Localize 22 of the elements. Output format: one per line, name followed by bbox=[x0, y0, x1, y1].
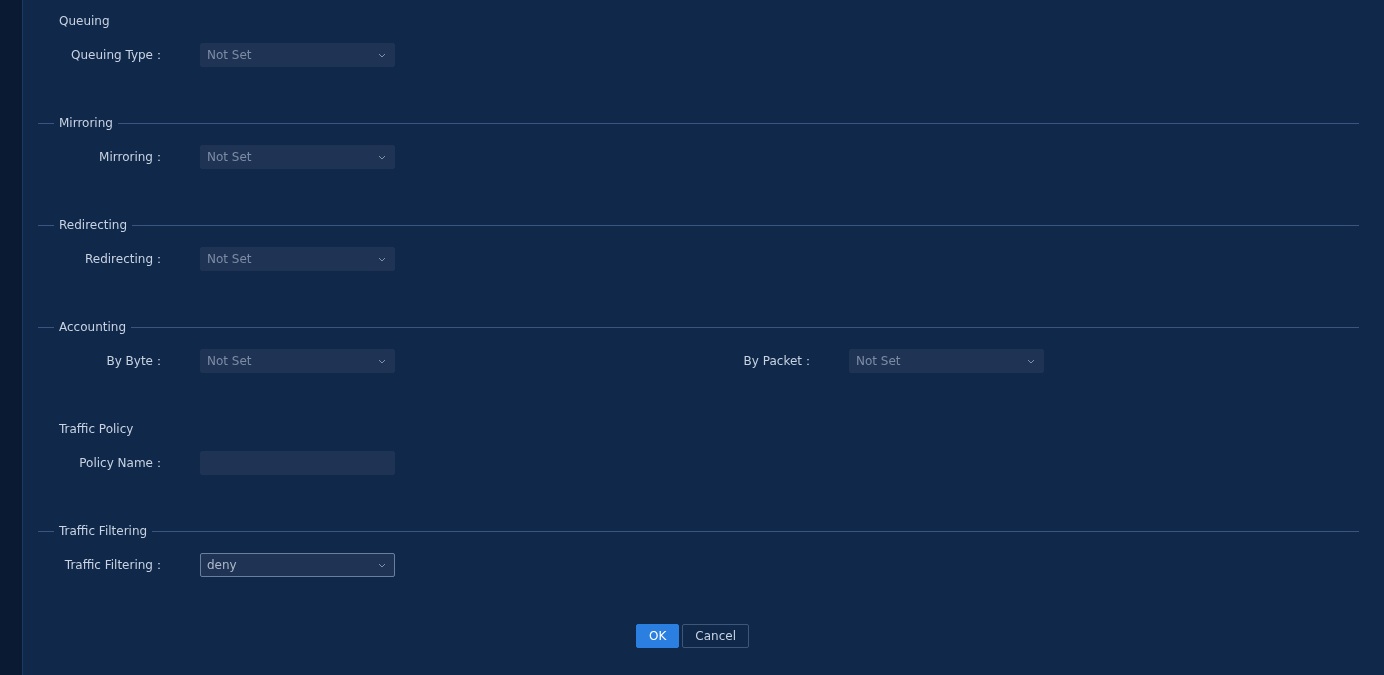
cancel-button[interactable]: Cancel bbox=[682, 624, 749, 648]
section-title: Queuing bbox=[59, 14, 110, 28]
caret-icon bbox=[378, 52, 386, 58]
caret-icon bbox=[378, 256, 386, 262]
dropdown[interactable]: deny bbox=[200, 553, 395, 577]
section-title: Redirecting bbox=[59, 218, 128, 232]
caret-icon bbox=[378, 562, 386, 568]
field-label: By Byte： bbox=[105, 352, 165, 370]
field-label: Policy Name： bbox=[78, 454, 165, 472]
caret-icon bbox=[1027, 358, 1035, 364]
caret-icon bbox=[378, 154, 386, 160]
field-label: Redirecting： bbox=[83, 250, 165, 268]
section-title: Traffic Filtering bbox=[59, 524, 148, 538]
section-title: Traffic Policy bbox=[59, 422, 134, 436]
section-title: Accounting bbox=[59, 320, 126, 334]
caret-icon bbox=[378, 358, 386, 364]
field-label: Traffic Filtering： bbox=[63, 556, 165, 574]
ok-button[interactable]: OK bbox=[636, 624, 680, 648]
field-label: Mirroring： bbox=[98, 148, 165, 166]
field-label: Queuing Type： bbox=[70, 46, 165, 64]
section-title: Mirroring bbox=[59, 116, 113, 130]
field-label: By Packet： bbox=[742, 352, 814, 370]
